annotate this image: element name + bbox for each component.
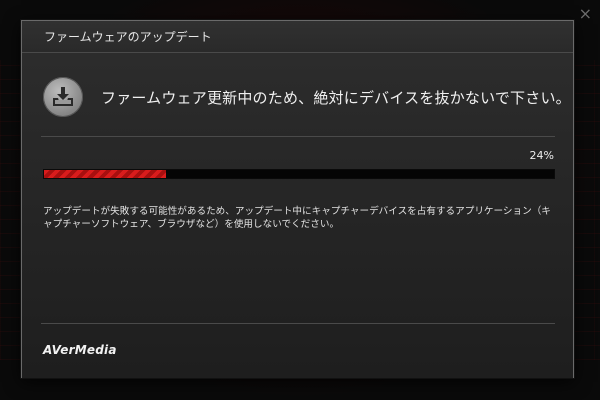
warning-notice: アップデートが失敗する可能性があるため、アップデート中にキャプチャーデバイスを占… — [43, 206, 551, 230]
divider-top — [41, 136, 555, 137]
progress-bar — [43, 169, 555, 179]
firmware-update-dialog: ファームウェアのアップデート ファームウェア更新中のため、絶対にデバイスを抜かな… — [21, 20, 574, 378]
divider-bottom — [41, 323, 555, 324]
dialog-heading-row: ファームウェア更新中のため、絶対にデバイスを抜かないで下さい。 — [43, 77, 571, 117]
progress-percent: 24% — [529, 149, 554, 162]
avermedia-logo: AVerMedia — [43, 343, 117, 357]
dialog-titlebar: ファームウェアのアップデート — [22, 21, 573, 53]
dialog-title: ファームウェアのアップデート — [44, 30, 212, 44]
dialog-heading: ファームウェア更新中のため、絶対にデバイスを抜かないで下さい。 — [101, 88, 571, 107]
download-tray-icon — [43, 77, 83, 117]
background-close-icon[interactable]: × — [579, 4, 592, 23]
progress-bar-fill — [44, 170, 167, 178]
dialog-body: ファームウェア更新中のため、絶対にデバイスを抜かないで下さい。 24% アップデ… — [22, 53, 573, 378]
